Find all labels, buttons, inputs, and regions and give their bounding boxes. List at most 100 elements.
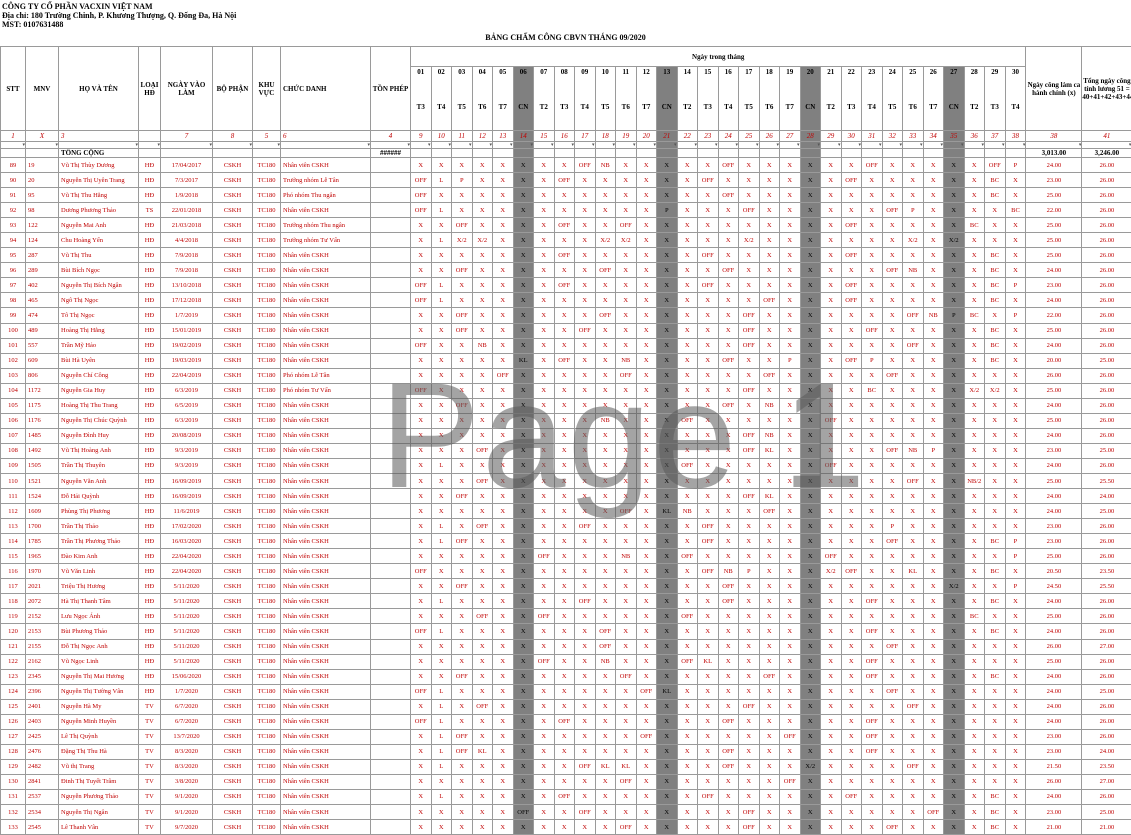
filter-dropdown[interactable]: ▾ xyxy=(554,142,575,149)
filter-dropdown[interactable]: ▾ xyxy=(677,142,698,149)
filter-dropdown[interactable]: ▾ xyxy=(718,142,739,149)
cell-day: X xyxy=(411,519,432,534)
filter-dropdown[interactable]: ▾ xyxy=(698,142,719,149)
cell-stt: 117 xyxy=(1,579,26,594)
cell-position: Nhân viên CSKH xyxy=(281,759,371,774)
cell-day: X xyxy=(431,383,452,398)
col-leave-balance: TỒN PHÉP xyxy=(371,47,411,131)
cell-day: BC xyxy=(985,820,1006,835)
filter-dropdown[interactable]: ▾ xyxy=(472,142,493,149)
cell-day: X xyxy=(575,188,596,203)
filter-dropdown[interactable]: ▾ xyxy=(371,142,411,149)
cell-day: OFF xyxy=(575,519,596,534)
filter-dropdown[interactable]: ▾ xyxy=(161,142,213,149)
cell-name: Vũ thị Trang xyxy=(59,759,139,774)
filter-dropdown[interactable]: ▾ xyxy=(882,142,903,149)
cell-join-date: 6/7/2020 xyxy=(161,714,213,729)
cell-day: X xyxy=(903,594,924,609)
filter-dropdown[interactable]: ▾ xyxy=(616,142,637,149)
cell-name: Nguyễn Thị Mai Hương xyxy=(59,669,139,684)
cell-day: X xyxy=(698,624,719,639)
cell-day: X xyxy=(985,398,1006,413)
cell-day: X xyxy=(821,368,842,383)
cell-leave xyxy=(371,218,411,233)
cell-day: X xyxy=(575,173,596,188)
cell-day: X xyxy=(636,519,657,534)
filter-dropdown[interactable]: ▾ xyxy=(985,142,1006,149)
filter-dropdown[interactable]: ▾ xyxy=(759,142,780,149)
filter-dropdown[interactable]: ▾ xyxy=(575,142,596,149)
cell-day: OFF xyxy=(411,173,432,188)
cell-day: X xyxy=(718,428,739,443)
cell-day: NB xyxy=(903,263,924,278)
cell-day: X xyxy=(554,820,575,835)
cell-department: CSKH xyxy=(213,383,253,398)
filter-dropdown[interactable]: ▾ xyxy=(944,142,965,149)
cell-leave xyxy=(371,579,411,594)
cell-day: X xyxy=(821,820,842,835)
cell-day: X xyxy=(882,744,903,759)
cell-day: X xyxy=(1005,413,1026,428)
filter-dropdown[interactable]: ▾ xyxy=(59,142,139,149)
filter-dropdown[interactable]: ▾ xyxy=(595,142,616,149)
cell-day: X xyxy=(759,729,780,744)
cell-day: X xyxy=(554,443,575,458)
cell-day: X xyxy=(698,353,719,368)
filter-dropdown[interactable]: ▾ xyxy=(1,142,26,149)
filter-dropdown[interactable]: ▾ xyxy=(493,142,514,149)
cell-day: X xyxy=(698,669,719,684)
cell-day: OFF xyxy=(698,173,719,188)
day-number: 07 xyxy=(534,67,554,103)
cell-day: X xyxy=(821,699,842,714)
filter-dropdown[interactable]: ▾ xyxy=(903,142,924,149)
filter-dropdown[interactable]: ▾ xyxy=(513,142,534,149)
filter-dropdown[interactable]: ▾ xyxy=(139,142,161,149)
cell-day: X xyxy=(944,774,965,789)
filter-dropdown[interactable]: ▾ xyxy=(1082,142,1131,149)
filter-dropdown[interactable]: ▾ xyxy=(800,142,821,149)
filter-dropdown[interactable]: ▾ xyxy=(780,142,801,149)
filter-dropdown[interactable]: ▾ xyxy=(923,142,944,149)
day-header-30: 30T4 xyxy=(1005,67,1026,131)
filter-dropdown[interactable]: ▾ xyxy=(26,142,59,149)
cell-day: X xyxy=(841,579,862,594)
day-number: 26 xyxy=(924,67,944,103)
filter-dropdown[interactable]: ▾ xyxy=(1005,142,1026,149)
cell-day: X xyxy=(452,624,473,639)
cell-day: X xyxy=(534,714,555,729)
filter-dropdown[interactable]: ▾ xyxy=(452,142,473,149)
filter-dropdown[interactable]: ▾ xyxy=(841,142,862,149)
filter-dropdown[interactable]: ▾ xyxy=(862,142,883,149)
filter-dropdown[interactable]: ▾ xyxy=(636,142,657,149)
weekday-label: T3 xyxy=(985,103,1005,111)
cell-day: X xyxy=(595,699,616,714)
cell-day: X xyxy=(677,534,698,549)
cell-day: X xyxy=(513,158,534,173)
filter-dropdown[interactable]: ▾ xyxy=(213,142,253,149)
filter-dropdown[interactable]: ▾ xyxy=(431,142,452,149)
cell-day: X xyxy=(759,233,780,248)
cell-day: OFF xyxy=(739,489,760,504)
filter-dropdown[interactable]: ▾ xyxy=(739,142,760,149)
filter-dropdown[interactable]: ▾ xyxy=(821,142,842,149)
cell-day: X xyxy=(821,744,842,759)
filter-dropdown[interactable]: ▾ xyxy=(253,142,281,149)
day-header-08: 08T3 xyxy=(554,67,575,131)
cell-day: OFF xyxy=(862,729,883,744)
filter-dropdown[interactable]: ▾ xyxy=(534,142,555,149)
cell-work-days: 26.00 xyxy=(1026,774,1082,789)
filter-dropdown[interactable]: ▾ xyxy=(964,142,985,149)
filter-dropdown[interactable]: ▾ xyxy=(1026,142,1082,149)
cell-day: OFF xyxy=(862,158,883,173)
cell-day: X xyxy=(944,549,965,564)
cell-day: BC xyxy=(985,338,1006,353)
cell-day: X xyxy=(800,338,821,353)
cell-work-days: 25.00 xyxy=(1026,188,1082,203)
filter-dropdown[interactable]: ▾ xyxy=(657,142,678,149)
cell-day: X xyxy=(1005,233,1026,248)
cell-stt: 112 xyxy=(1,504,26,519)
filter-dropdown[interactable]: ▾ xyxy=(411,142,432,149)
cell-day: X xyxy=(616,413,637,428)
filter-dropdown[interactable]: ▾ xyxy=(281,142,371,149)
table-row: 1192152Lưu Ngọc ÁnhHĐ5/11/2020CSKHTC180N… xyxy=(1,609,1131,624)
